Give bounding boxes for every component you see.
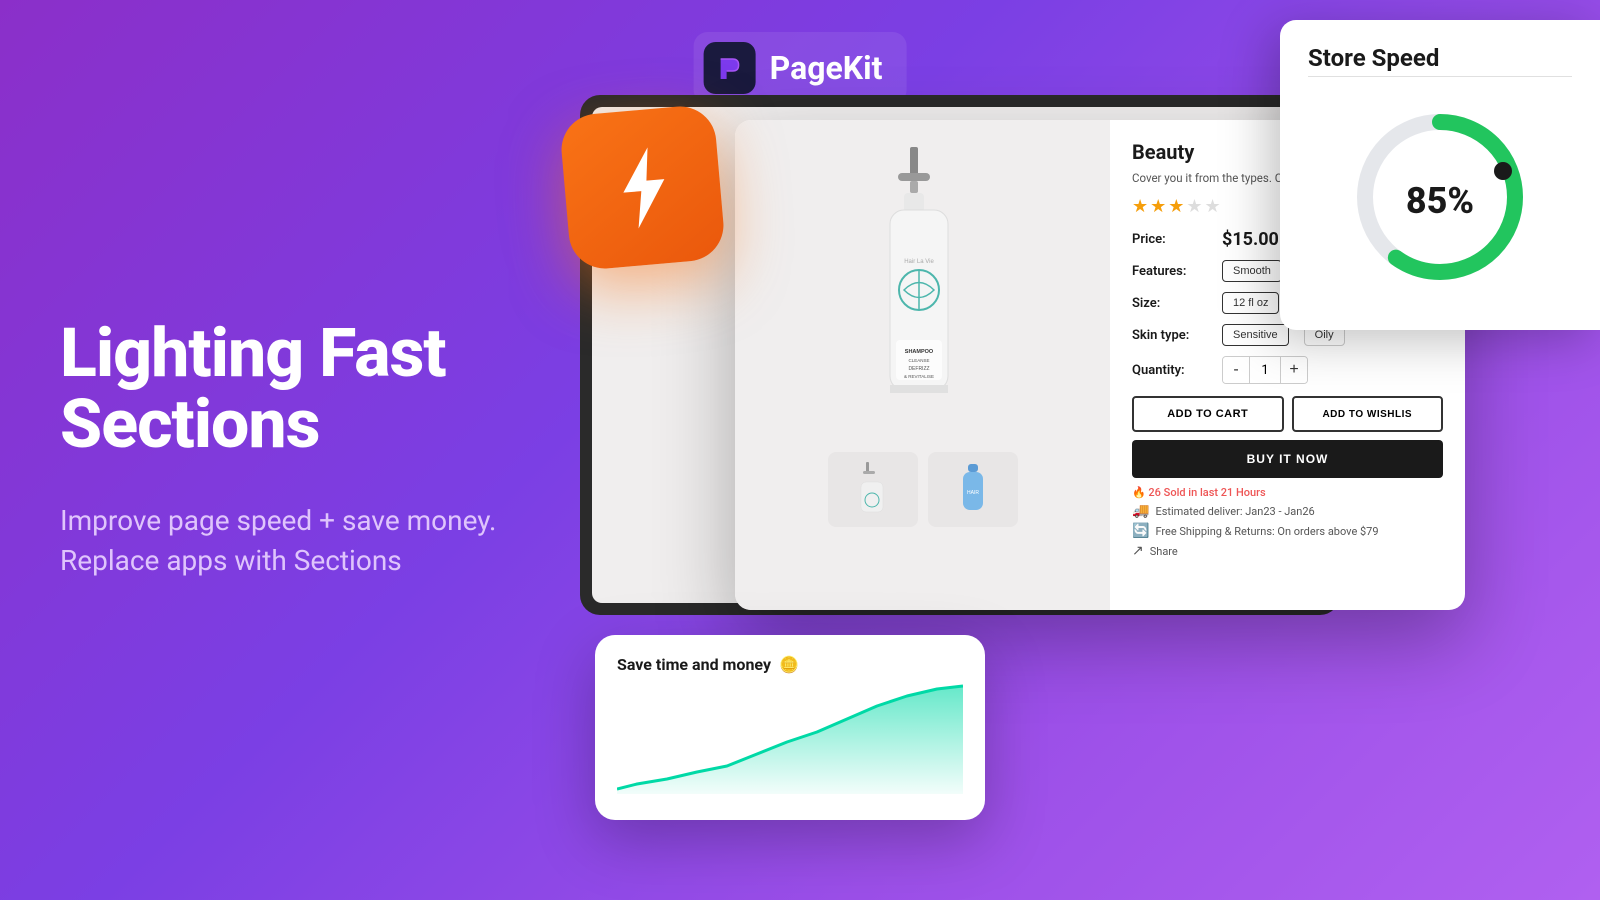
speed-percentage: 85% xyxy=(1406,180,1474,222)
thumb-1[interactable] xyxy=(828,452,918,527)
lightning-svg xyxy=(599,139,687,236)
gauge-wrapper: 85% xyxy=(1340,97,1540,297)
price-label: Price: xyxy=(1132,232,1212,247)
shipping-icon: 🔄 xyxy=(1132,523,1149,539)
lightning-bolt-icon xyxy=(559,104,727,272)
svg-text:SHAMPOO: SHAMPOO xyxy=(904,349,933,355)
chart-area xyxy=(617,684,963,794)
pagekit-logo: PageKit xyxy=(694,32,907,104)
gauge-container: 85% xyxy=(1308,97,1572,297)
store-speed-card: Store Speed 85% xyxy=(1280,20,1600,330)
bottle-svg: Hair La Vie SHAMPOO CLEANSE DEFRIZZ & RE… xyxy=(868,145,978,435)
delivery-icon: 🚚 xyxy=(1132,503,1149,519)
hero-subtext: Improve page speed + save money. Replace… xyxy=(60,501,540,582)
svg-text:DEFRIZZ: DEFRIZZ xyxy=(908,366,929,372)
logo-name: PageKit xyxy=(770,49,883,87)
size-btn-1[interactable]: 12 fl oz xyxy=(1222,292,1279,314)
buy-now-button[interactable]: BUY IT NOW xyxy=(1132,440,1443,478)
pagekit-icon-svg xyxy=(713,51,747,85)
add-to-cart-button[interactable]: ADD TO CART xyxy=(1132,396,1284,432)
product-thumbnails: HAIR xyxy=(828,452,1018,527)
thumb-bottle-2: HAIR xyxy=(948,462,998,517)
svg-text:& REVITALISE: & REVITALISE xyxy=(904,374,934,379)
save-time-title: Save time and money 🪙 xyxy=(617,655,963,674)
qty-value: 1 xyxy=(1249,357,1281,383)
logo-icon xyxy=(704,42,756,94)
quantity-stepper: - 1 + xyxy=(1222,356,1308,384)
share-icon: ↗ xyxy=(1132,543,1144,559)
svg-text:Hair La Vie: Hair La Vie xyxy=(904,259,934,265)
add-to-wishlist-button[interactable]: ADD TO WISHLIS xyxy=(1292,396,1444,432)
speed-divider xyxy=(1308,76,1572,77)
qty-minus-btn[interactable]: - xyxy=(1223,357,1249,383)
features-label: Features: xyxy=(1132,264,1212,279)
store-speed-title: Store Speed xyxy=(1308,44,1572,72)
shipping-info: 🔄 Free Shipping & Returns: On orders abo… xyxy=(1132,523,1443,539)
cart-buttons: ADD TO CART ADD TO WISHLIS xyxy=(1132,396,1443,432)
thumb-bottle-1 xyxy=(853,462,893,517)
svg-text:CLEANSE: CLEANSE xyxy=(908,358,929,363)
qty-label: Quantity: xyxy=(1132,363,1212,378)
save-time-card: Save time and money 🪙 xyxy=(595,635,985,820)
price-value: $15.00 xyxy=(1222,229,1279,250)
product-image-area: Hair La Vie SHAMPOO CLEANSE DEFRIZZ & RE… xyxy=(735,120,1110,610)
hero-section: Lighting Fast Sections Improve page spee… xyxy=(60,318,540,582)
line-chart-svg xyxy=(617,684,963,794)
feature-smooth-btn[interactable]: Smooth xyxy=(1222,260,1282,282)
thumb-2[interactable]: HAIR xyxy=(928,452,1018,527)
svg-text:HAIR: HAIR xyxy=(967,490,979,496)
coin-emoji: 🪙 xyxy=(779,655,799,674)
skin-label: Skin type: xyxy=(1132,328,1212,343)
sold-info: 🔥 26 Sold in last 21 Hours xyxy=(1132,486,1443,499)
delivery-info: 🚚 Estimated deliver: Jan23 - Jan26 xyxy=(1132,503,1443,519)
quantity-row: Quantity: - 1 + xyxy=(1132,356,1443,384)
main-heading: Lighting Fast Sections xyxy=(60,318,540,461)
share-row[interactable]: ↗ Share xyxy=(1132,543,1443,559)
skin-sensitive-btn[interactable]: Sensitive xyxy=(1222,324,1289,346)
product-main-image: Hair La Vie SHAMPOO CLEANSE DEFRIZZ & RE… xyxy=(823,140,1023,440)
qty-plus-btn[interactable]: + xyxy=(1281,357,1307,383)
size-label: Size: xyxy=(1132,296,1212,311)
